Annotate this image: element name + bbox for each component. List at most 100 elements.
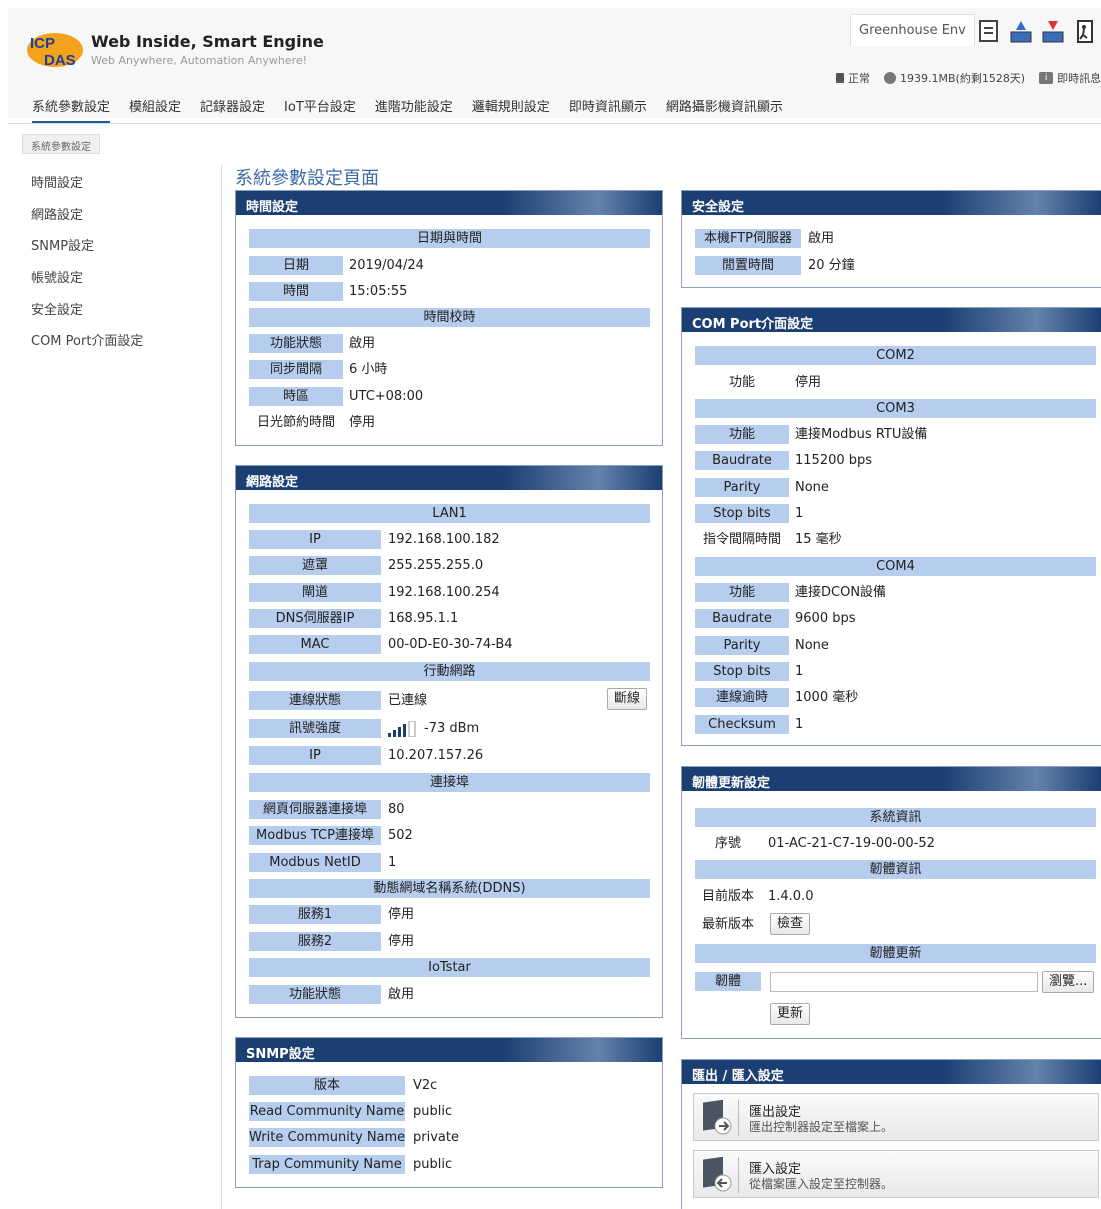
read-community-value: public <box>413 1104 453 1119</box>
signal-label: 訊號強度 <box>249 719 381 738</box>
web-port-value: 80 <box>388 802 405 817</box>
connection-label: 連線狀態 <box>249 691 381 710</box>
security-panel-header: 安全設定 <box>682 191 1101 215</box>
status-normal: 正常 <box>848 72 870 85</box>
main-nav: 系統參數設定 模組設定 記錄器設定 IoT平台設定 進階功能設定 邏輯規則設定 … <box>32 96 783 124</box>
section-ports: 連接埠 <box>249 773 650 792</box>
mask-label: 遮罩 <box>249 556 381 575</box>
browse-button[interactable]: 瀏覽... <box>1042 971 1095 993</box>
logout-icon[interactable] <box>1072 18 1098 44</box>
firmware-file-input[interactable] <box>770 972 1038 992</box>
current-version-value: 1.4.0.0 <box>768 889 814 904</box>
sidebar-item-com-port[interactable]: COM Port介面設定 <box>31 330 143 362</box>
gateway-label: 閘道 <box>249 583 381 602</box>
upload-icon[interactable] <box>1008 18 1034 44</box>
sidebar-item-security[interactable]: 安全設定 <box>31 299 143 331</box>
com-port-panel: COM Port介面設定 COM2 功能 停用 COM3 功能 連接Modbus… <box>681 307 1101 746</box>
snmp-version-label: 版本 <box>249 1076 405 1095</box>
sidebar: 時間設定 網路設定 SNMP設定 帳號設定 安全設定 COM Port介面設定 <box>31 172 143 362</box>
tab-module-settings[interactable]: 模組設定 <box>129 96 181 124</box>
section-ddns: 動態網域名稱系統(DDNS) <box>249 879 650 898</box>
service1-value: 停用 <box>388 907 415 922</box>
sync-interval-value: 6 小時 <box>349 362 388 377</box>
breadcrumb[interactable]: 系統參數設定 <box>22 134 100 154</box>
iotstar-value: 啟用 <box>388 987 415 1002</box>
com4-timeout-value: 1000 毫秒 <box>795 690 859 705</box>
connection-value: 已連線 <box>388 693 428 708</box>
download-icon[interactable] <box>1040 18 1066 44</box>
section-com4: COM4 <box>695 557 1096 576</box>
security-settings-panel: 安全設定 本機FTP伺服器 啟用 閒置時間 20 分鐘 <box>681 190 1101 288</box>
tab-iot-platform[interactable]: IoT平台設定 <box>284 96 356 124</box>
sidebar-divider <box>221 165 222 1209</box>
com4-stopbits-value: 1 <box>795 664 804 679</box>
latest-version-label: 最新版本 <box>701 917 754 932</box>
timezone-value: UTC+08:00 <box>349 389 424 404</box>
tab-system-settings[interactable]: 系統參數設定 <box>32 96 111 124</box>
com4-checksum-value: 1 <box>795 717 804 732</box>
export-divider <box>738 1100 739 1136</box>
export-panel-title: 匯出 / 匯入設定 <box>692 1069 784 1084</box>
com3-func-value: 連接Modbus RTU設備 <box>795 427 928 442</box>
export-panel-header: 匯出 / 匯入設定 <box>682 1060 1101 1084</box>
read-community-label: Read Community Name <box>249 1102 405 1121</box>
network-panel-title: 網路設定 <box>246 475 299 490</box>
time-panel-title: 時間設定 <box>246 200 299 215</box>
ip-label: IP <box>249 530 381 549</box>
import-settings-card[interactable]: 匯入設定 從檔案匯入設定至控制器。 <box>693 1150 1099 1198</box>
document-icon[interactable] <box>976 18 1002 44</box>
dst-label: 日光節約時間 <box>256 415 335 430</box>
iotstar-label: 功能狀態 <box>249 985 381 1004</box>
firmware-file-label: 韌體 <box>695 972 761 991</box>
svg-text:DAS: DAS <box>44 52 76 69</box>
storage-text: 1939.1MB(約剩1528天) <box>900 72 1026 85</box>
tab-advanced[interactable]: 進階功能設定 <box>375 96 453 124</box>
service1-label: 服務1 <box>249 905 381 924</box>
timezone-label: 時區 <box>249 387 343 406</box>
realtime-message-link[interactable]: 即時訊息 <box>1057 70 1101 86</box>
com3-interval-value: 15 毫秒 <box>795 532 842 547</box>
tab-logic-rules[interactable]: 邏輯規則設定 <box>472 96 550 124</box>
sidebar-item-time[interactable]: 時間設定 <box>31 172 143 204</box>
current-version-label: 目前版本 <box>701 889 754 904</box>
modbus-tcp-label: Modbus TCP連接埠 <box>249 826 381 845</box>
update-button[interactable]: 更新 <box>770 1003 811 1025</box>
netid-label: Modbus NetID <box>249 853 381 872</box>
com4-timeout-label: 連線逾時 <box>695 688 789 707</box>
tab-camera-info[interactable]: 網路攝影機資訊顯示 <box>666 96 783 124</box>
service2-value: 停用 <box>388 934 415 949</box>
section-firmware-info: 韌體資訊 <box>695 860 1096 879</box>
mac-value: 00-0D-E0-30-74-B4 <box>388 637 513 652</box>
disconnect-button[interactable]: 斷線 <box>607 688 648 710</box>
network-settings-panel: 網路設定 LAN1 IP 192.168.100.182 遮罩 255.255.… <box>235 465 663 1018</box>
section-iotstar: IoTstar <box>249 958 650 977</box>
import-icon <box>703 1157 732 1192</box>
signal-value-row: -73 dBm <box>388 719 479 738</box>
tab-logger-settings[interactable]: 記錄器設定 <box>200 96 265 124</box>
write-community-value: private <box>413 1130 459 1145</box>
section-mobile: 行動網路 <box>249 662 650 681</box>
com3-stopbits-value: 1 <box>795 506 804 521</box>
network-panel-header: 網路設定 <box>236 466 662 490</box>
serial-value: 01-AC-21-C7-19-00-00-52 <box>768 836 935 851</box>
status-icon <box>836 73 844 83</box>
sidebar-item-network[interactable]: 網路設定 <box>31 204 143 236</box>
tab-realtime-info[interactable]: 即時資訊顯示 <box>569 96 647 124</box>
export-settings-card[interactable]: 匯出設定 匯出控制器設定至檔案上。 <box>693 1093 1099 1141</box>
sidebar-item-account[interactable]: 帳號設定 <box>31 267 143 299</box>
import-description: 從檔案匯入設定至控制器。 <box>749 1177 894 1191</box>
snmp-panel-header: SNMP設定 <box>236 1038 662 1062</box>
sidebar-item-snmp[interactable]: SNMP設定 <box>31 235 143 267</box>
com3-baud-value: 115200 bps <box>795 453 873 468</box>
mask-value: 255.255.255.0 <box>388 558 484 573</box>
firmware-panel-title: 韌體更新設定 <box>692 776 771 791</box>
page-title: 系統參數設定頁面 <box>235 168 379 189</box>
trap-community-label: Trap Community Name <box>249 1155 405 1174</box>
status-bar: 正常 1939.1MB(約剩1528天) i 即時訊息 <box>836 70 1101 86</box>
com4-checksum-label: Checksum <box>695 715 789 734</box>
check-button[interactable]: 檢查 <box>770 913 811 935</box>
trap-community-value: public <box>413 1157 453 1172</box>
mobile-ip-label: IP <box>249 746 381 765</box>
mobile-ip-value: 10.207.157.26 <box>388 748 484 763</box>
com-panel-header: COM Port介面設定 <box>682 308 1101 332</box>
